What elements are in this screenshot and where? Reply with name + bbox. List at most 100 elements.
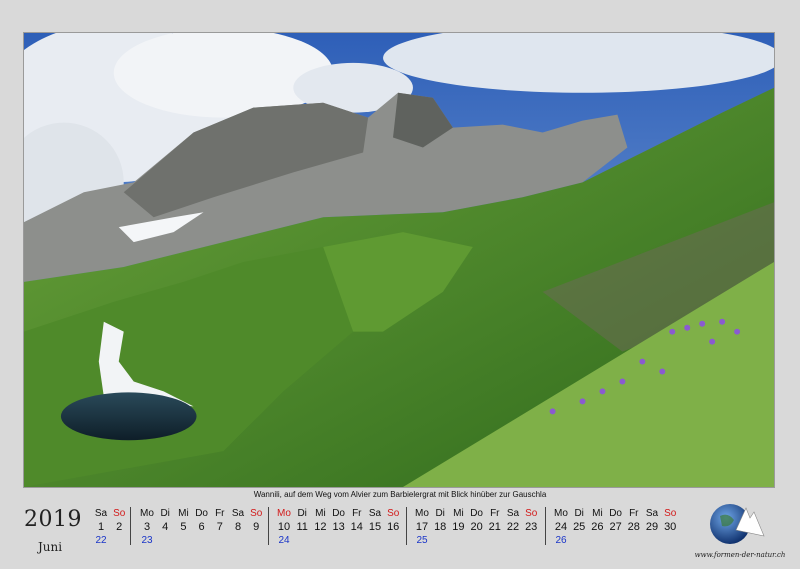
calendar-day: Mi 19	[449, 507, 467, 534]
week-number: 22	[95, 535, 107, 546]
week-number: 25	[416, 535, 428, 546]
mountain-lake-image	[24, 33, 774, 487]
week-separator	[268, 507, 269, 545]
day-number: 22	[506, 521, 520, 533]
week-number: 23	[141, 535, 153, 546]
calendar-week: Mo 3 23 Di 4 Mi 5 Do 6 Fr 7 Sa 8 So 9	[138, 507, 265, 555]
calendar-day: Mo 17 25	[413, 507, 431, 547]
weekday-name: Mi	[453, 508, 464, 519]
calendar-month: Juni	[38, 540, 63, 554]
day-number: 3	[143, 521, 151, 533]
day-number: 15	[368, 521, 382, 533]
day-number: 8	[234, 521, 242, 533]
calendar-day: Fr 28	[625, 507, 643, 534]
day-number: 20	[470, 521, 483, 533]
day-number: 11	[296, 521, 308, 533]
calendar-week: Mo 10 24 Di 11 Mi 12 Do 13 Fr 14 Sa 15 So 16	[275, 507, 402, 555]
day-number: 21	[488, 521, 501, 533]
week-separator	[130, 507, 131, 545]
calendar-day: Di 4	[156, 507, 174, 534]
weekday-name: So	[664, 508, 677, 519]
week-separator	[406, 507, 407, 545]
calendar-day: Fr 21	[486, 507, 504, 534]
week-number: 24	[278, 535, 290, 546]
weekday-name: Sa	[368, 508, 382, 519]
calendar-day: Mi 12	[311, 507, 329, 534]
day-number: 28	[627, 521, 640, 533]
calendar-day: So 9	[247, 507, 265, 534]
calendar-day: Mo 10 24	[275, 507, 293, 547]
weekday-name: So	[525, 508, 538, 519]
weekday-name: Mo	[554, 508, 568, 519]
calendar-day: Mi 5	[174, 507, 192, 534]
calendar-day: So 30	[661, 507, 679, 534]
weekday-name: So	[387, 508, 400, 519]
weekday-name: Do	[470, 508, 483, 519]
weekday-name: Fr	[352, 508, 362, 519]
day-number: 16	[387, 521, 400, 533]
calendar-day: Di 11	[293, 507, 311, 534]
day-number: 4	[162, 521, 169, 533]
weekday-name: Mo	[277, 508, 291, 519]
weekday-name: Do	[609, 508, 622, 519]
weekday-name: So	[250, 508, 263, 519]
day-number: 9	[253, 521, 260, 533]
weekday-name: Do	[195, 508, 208, 519]
calendar-year: 2019	[24, 507, 82, 532]
calendar-day: Sa 29	[643, 507, 661, 534]
weekday-name: Do	[332, 508, 345, 519]
calendar-day: Sa 1 22	[92, 507, 110, 547]
weekday-name: Mo	[140, 508, 154, 519]
weekday-name: Fr	[215, 508, 225, 519]
calendar-day: Sa 15	[366, 507, 384, 534]
calendar-day: Di 18	[431, 507, 449, 534]
weekday-name: Mi	[178, 508, 189, 519]
day-number: 24	[554, 521, 568, 533]
calendar-day: Do 13	[330, 507, 348, 534]
day-number: 6	[198, 521, 205, 533]
calendar-day: Fr 14	[348, 507, 366, 534]
calendar-day: Do 27	[607, 507, 625, 534]
day-number: 18	[434, 521, 447, 533]
calendar-week: Mo 24 26 Di 25 Mi 26 Do 27 Fr 28 Sa 29 So 30	[552, 507, 679, 555]
weekday-name: Mi	[315, 508, 326, 519]
day-number: 1	[97, 521, 105, 533]
weekday-name: Fr	[490, 508, 500, 519]
weekday-name: Di	[160, 508, 170, 519]
day-number: 27	[609, 521, 622, 533]
week-separator	[545, 507, 546, 545]
weekday-name: Sa	[231, 508, 245, 519]
calendar-day: Sa 8	[229, 507, 247, 534]
website-url: www.formen-der-natur.ch	[694, 551, 786, 559]
day-number: 10	[277, 521, 291, 533]
calendar-day: Do 6	[193, 507, 211, 534]
calendar-week: Sa 1 22 So 2	[92, 507, 128, 555]
day-number: 13	[332, 521, 345, 533]
calendar-day: So 16	[384, 507, 402, 534]
calendar-day: Fr 7	[211, 507, 229, 534]
calendar-day: Do 20	[468, 507, 486, 534]
day-number: 2	[116, 521, 123, 533]
calendar-day: Mo 3 23	[138, 507, 156, 547]
calendar-day: Sa 22	[504, 507, 522, 534]
day-number: 17	[415, 521, 429, 533]
weekday-name: Sa	[506, 508, 520, 519]
weekday-name: Sa	[94, 508, 108, 519]
calendar-day: Mi 26	[588, 507, 606, 534]
day-number: 30	[664, 521, 677, 533]
day-number: 12	[314, 521, 327, 533]
landscape-photo	[23, 32, 775, 488]
calendar-day: So 2	[110, 507, 128, 534]
day-number: 25	[573, 521, 586, 533]
day-number: 29	[645, 521, 659, 533]
weekday-name: Di	[297, 508, 307, 519]
day-number: 23	[525, 521, 538, 533]
calendar-day: Mo 24 26	[552, 507, 570, 547]
day-number: 14	[350, 521, 363, 533]
weekday-name: Fr	[629, 508, 639, 519]
weekday-name: Di	[435, 508, 445, 519]
day-number: 7	[216, 521, 223, 533]
weekday-name: Mo	[415, 508, 429, 519]
day-number: 19	[452, 521, 465, 533]
weekday-name: Di	[574, 508, 584, 519]
